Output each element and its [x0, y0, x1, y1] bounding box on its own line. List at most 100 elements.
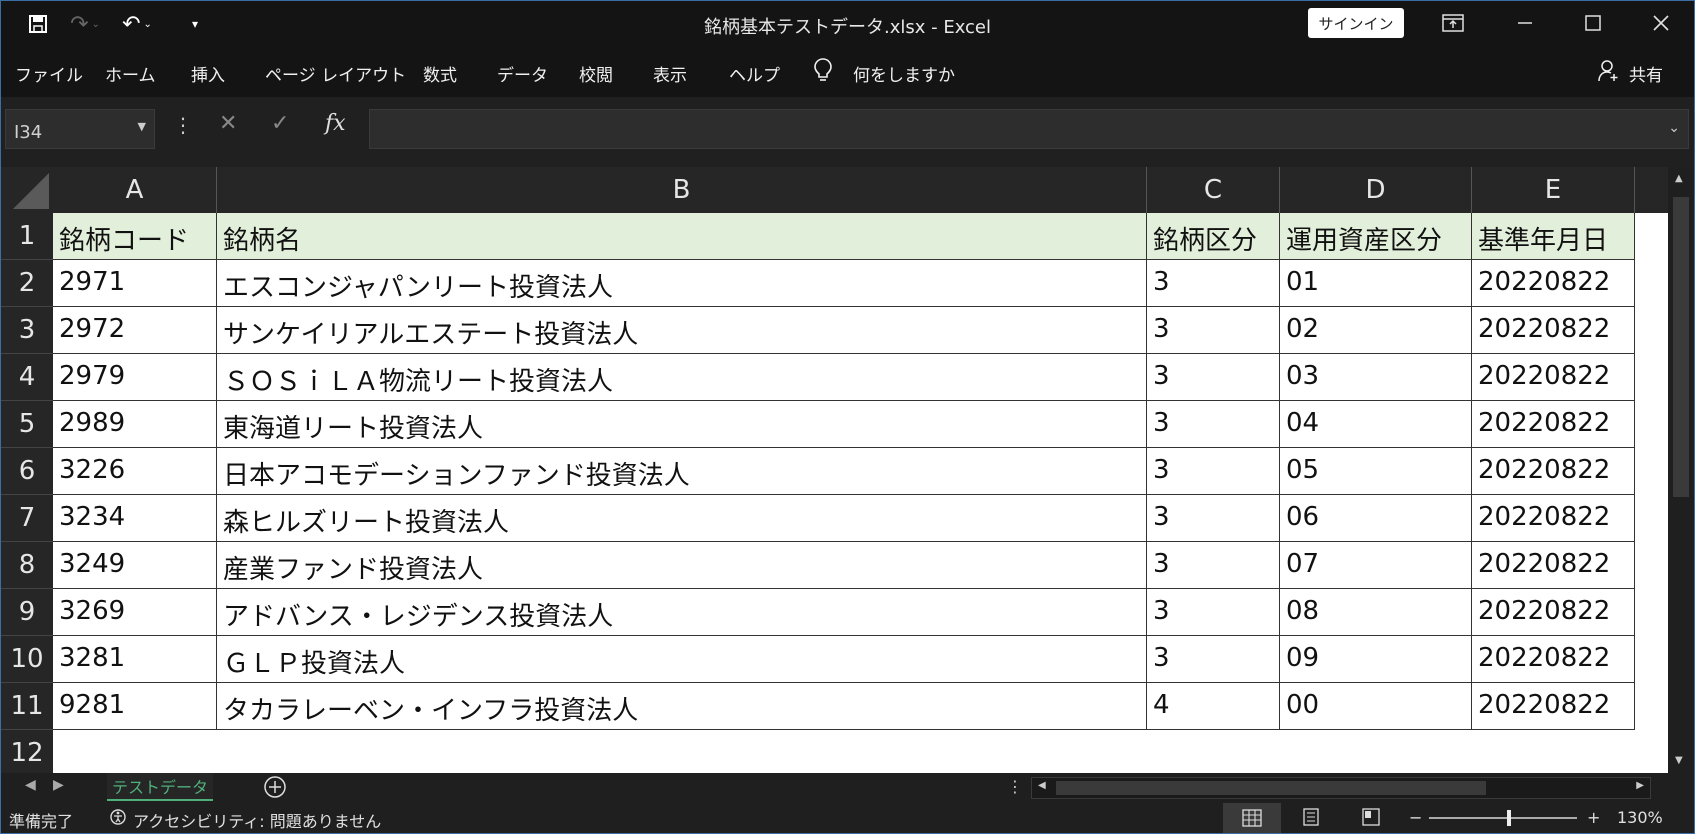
cell-a1[interactable]: 銘柄コード [53, 213, 217, 260]
tab-formulas[interactable]: 数式 [423, 61, 457, 86]
cell-e3[interactable]: 20220822 [1472, 307, 1635, 354]
cell-a4[interactable]: 2979 [53, 354, 217, 401]
cell-d4[interactable]: 03 [1280, 354, 1472, 401]
cell-c9[interactable]: 3 [1147, 589, 1280, 636]
cell-d8[interactable]: 07 [1280, 542, 1472, 589]
cell-b5[interactable]: 東海道リート投資法人 [217, 401, 1147, 448]
cell-d1[interactable]: 運用資産区分 [1280, 213, 1472, 260]
cell-e4[interactable]: 20220822 [1472, 354, 1635, 401]
cell-d11[interactable]: 00 [1280, 683, 1472, 730]
formula-input[interactable]: ⌄ [369, 109, 1689, 149]
scroll-right-icon[interactable]: ▶ [1636, 780, 1644, 791]
cell-e8[interactable]: 20220822 [1472, 542, 1635, 589]
signin-button[interactable]: サインイン [1308, 8, 1404, 38]
cell-d3[interactable]: 02 [1280, 307, 1472, 354]
cell-c3[interactable]: 3 [1147, 307, 1280, 354]
minimize-icon[interactable] [1505, 7, 1545, 39]
scroll-up-icon[interactable]: ▲ [1675, 173, 1683, 184]
share-button[interactable]: 共有 [1629, 61, 1663, 86]
cell-d5[interactable]: 04 [1280, 401, 1472, 448]
tab-view[interactable]: 表示 [653, 61, 687, 86]
tab-scroll-right-icon[interactable]: ▶ [53, 777, 64, 793]
tab-home[interactable]: ホーム [105, 61, 156, 86]
tab-review[interactable]: 校閲 [579, 61, 613, 86]
column-header-a[interactable]: A [53, 167, 217, 213]
cell-e5[interactable]: 20220822 [1472, 401, 1635, 448]
cell-a8[interactable]: 3249 [53, 542, 217, 589]
cell-b1[interactable]: 銘柄名 [217, 213, 1147, 260]
cell-c5[interactable]: 3 [1147, 401, 1280, 448]
cell-a6[interactable]: 3226 [53, 448, 217, 495]
tab-split-grip-icon[interactable]: ⋮ [1007, 777, 1023, 796]
tab-scroll-left-icon[interactable]: ◀ [25, 777, 36, 793]
normal-view-icon[interactable] [1223, 803, 1281, 833]
cell-c1[interactable]: 銘柄区分 [1147, 213, 1280, 260]
cell-b7[interactable]: 森ヒルズリート投資法人 [217, 495, 1147, 542]
cell-a9[interactable]: 3269 [53, 589, 217, 636]
cell-b11[interactable]: タカラレーベン・インフラ投資法人 [217, 683, 1147, 730]
accessibility-status[interactable]: アクセシビリティ: 問題ありません [133, 808, 381, 832]
column-header-c[interactable]: C [1147, 167, 1280, 213]
cell-c6[interactable]: 3 [1147, 448, 1280, 495]
horizontal-scrollbar[interactable]: ◀ ▶ [1031, 777, 1651, 799]
cell-b8[interactable]: 産業ファンド投資法人 [217, 542, 1147, 589]
cell-e11[interactable]: 20220822 [1472, 683, 1635, 730]
accessibility-icon[interactable] [109, 808, 127, 830]
tab-page-layout[interactable]: ページ レイアウト [265, 61, 406, 86]
select-all-corner[interactable] [1, 167, 53, 213]
row-header-5[interactable]: 5 [1, 401, 53, 448]
cell-c4[interactable]: 3 [1147, 354, 1280, 401]
name-box[interactable]: I34 ▼ [5, 109, 155, 149]
cell-c10[interactable]: 3 [1147, 636, 1280, 683]
row-header-3[interactable]: 3 [1, 307, 53, 354]
close-icon[interactable] [1641, 7, 1681, 39]
tab-file[interactable]: ファイル [15, 61, 83, 86]
cell-d9[interactable]: 08 [1280, 589, 1472, 636]
page-layout-view-icon[interactable] [1301, 808, 1321, 830]
column-header-e[interactable]: E [1472, 167, 1635, 213]
confirm-entry-icon[interactable]: ✓ [271, 111, 289, 136]
name-box-dropdown-icon[interactable]: ▼ [138, 120, 146, 133]
formula-bar-grip-icon[interactable]: ⋮ [173, 113, 193, 137]
insert-function-icon[interactable]: fx [325, 111, 346, 136]
cell-e6[interactable]: 20220822 [1472, 448, 1635, 495]
expand-formula-bar-icon[interactable]: ⌄ [1668, 120, 1680, 136]
empty-row-12[interactable] [53, 730, 1668, 774]
cell-d10[interactable]: 09 [1280, 636, 1472, 683]
zoom-in-icon[interactable]: + [1587, 808, 1600, 827]
horizontal-scroll-thumb[interactable] [1056, 781, 1486, 795]
tell-me-search[interactable]: 何をしますか [853, 61, 955, 86]
cell-a7[interactable]: 3234 [53, 495, 217, 542]
cell-b4[interactable]: ＳＯＳｉＬＡ物流リート投資法人 [217, 354, 1147, 401]
cell-d2[interactable]: 01 [1280, 260, 1472, 307]
cell-d7[interactable]: 06 [1280, 495, 1472, 542]
cell-b6[interactable]: 日本アコモデーションファンド投資法人 [217, 448, 1147, 495]
zoom-slider[interactable] [1429, 810, 1577, 826]
tab-help[interactable]: ヘルプ [729, 61, 780, 86]
cell-a11[interactable]: 9281 [53, 683, 217, 730]
cell-b3[interactable]: サンケイリアルエステート投資法人 [217, 307, 1147, 354]
sheet-tab-test-data[interactable]: テストデータ [107, 773, 213, 801]
cell-c7[interactable]: 3 [1147, 495, 1280, 542]
zoom-level[interactable]: 130% [1617, 808, 1663, 827]
row-header-12[interactable]: 12 [1, 730, 53, 777]
scroll-left-icon[interactable]: ◀ [1038, 780, 1046, 791]
maximize-icon[interactable] [1573, 7, 1613, 39]
lightbulb-icon[interactable] [813, 57, 833, 88]
row-header-2[interactable]: 2 [1, 260, 53, 307]
column-header-d[interactable]: D [1280, 167, 1472, 213]
row-header-1[interactable]: 1 [1, 213, 53, 260]
zoom-slider-thumb[interactable] [1507, 810, 1511, 826]
row-header-10[interactable]: 10 [1, 636, 53, 683]
cell-e10[interactable]: 20220822 [1472, 636, 1635, 683]
vertical-scrollbar[interactable]: ▲ ▼ [1668, 167, 1694, 773]
ribbon-display-options-icon[interactable] [1433, 7, 1473, 39]
cell-a2[interactable]: 2971 [53, 260, 217, 307]
new-sheet-icon[interactable] [263, 775, 287, 803]
row-header-6[interactable]: 6 [1, 448, 53, 495]
cell-c2[interactable]: 3 [1147, 260, 1280, 307]
cell-e1[interactable]: 基準年月日 [1472, 213, 1635, 260]
cell-b9[interactable]: アドバンス・レジデンス投資法人 [217, 589, 1147, 636]
cell-e2[interactable]: 20220822 [1472, 260, 1635, 307]
page-break-preview-icon[interactable] [1361, 808, 1381, 830]
